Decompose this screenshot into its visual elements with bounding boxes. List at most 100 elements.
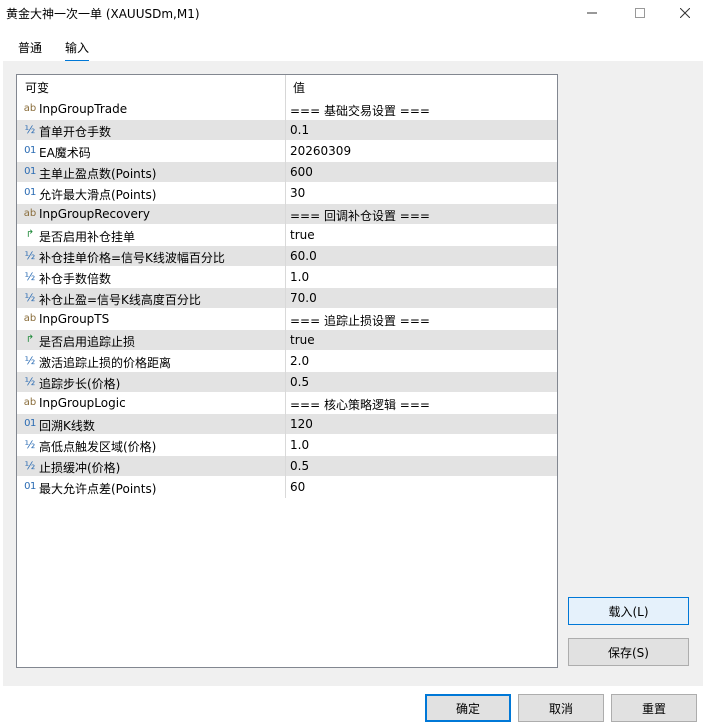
row-value[interactable]: 60.0 <box>290 249 317 263</box>
row-value[interactable]: 20260309 <box>290 144 351 158</box>
table-row[interactable]: ½ 首单开仓手数 0.1 <box>17 120 557 141</box>
minimize-button[interactable] <box>569 0 615 26</box>
bool-arrow-icon: ↱ <box>25 334 35 345</box>
table-row[interactable]: ½ 补仓挂单价格=信号K线波幅百分比 60.0 <box>17 246 557 267</box>
fraction-icon: ½ <box>24 459 36 472</box>
fraction-icon: ½ <box>24 291 36 304</box>
table-row[interactable]: ab InpGroupTS === 追踪止损设置 === <box>17 309 557 330</box>
row-value[interactable]: 60 <box>290 480 305 494</box>
cell-divider <box>285 99 286 120</box>
ok-button[interactable]: 确定 <box>425 694 511 722</box>
row-variable-name: 补仓止盈=信号K线高度百分比 <box>39 293 201 307</box>
row-value[interactable]: 0.5 <box>290 375 309 389</box>
close-icon <box>680 8 690 18</box>
row-variable-name: 补仓手数倍数 <box>39 272 112 286</box>
ab-icon: ab <box>23 103 37 114</box>
cell-divider <box>285 120 286 141</box>
load-button[interactable]: 载入(L) <box>568 597 689 625</box>
row-variable-name: InpGroupLogic <box>39 396 126 410</box>
row-variable-name: InpGroupRecovery <box>39 207 150 221</box>
row-value[interactable]: === 追踪止损设置 === <box>290 312 430 329</box>
tab-common[interactable]: 普通 <box>18 39 42 60</box>
reset-button[interactable]: 重置 <box>611 694 697 722</box>
row-variable-name: 最大允许点差(Points) <box>39 482 157 496</box>
integer-icon: 01 <box>24 145 36 156</box>
cancel-button[interactable]: 取消 <box>518 694 604 722</box>
integer-icon: 01 <box>24 418 36 429</box>
row-value[interactable]: 2.0 <box>290 354 309 368</box>
table-row[interactable]: ab InpGroupTrade === 基础交易设置 === <box>17 99 557 120</box>
grid-rows: ab InpGroupTrade === 基础交易设置 === ½ 首单开仓手数 0.1 0… <box>17 99 557 498</box>
window-title: 黄金大神一次一单 (XAUUSDm,M1) <box>6 7 200 21</box>
header-divider[interactable] <box>285 75 286 99</box>
table-row[interactable]: ↱ 是否启用追踪止损 true <box>17 330 557 351</box>
row-variable-name: 是否启用补仓挂单 <box>39 230 136 244</box>
row-variable-name: 主单止盈点数(Points) <box>39 167 157 181</box>
row-variable-name: 补仓挂单价格=信号K线波幅百分比 <box>39 251 225 265</box>
table-row[interactable]: 01 EA魔术码 20260309 <box>17 141 557 162</box>
table-row[interactable]: ab InpGroupRecovery === 回调补仓设置 === <box>17 204 557 225</box>
row-variable-name: EA魔术码 <box>39 146 91 160</box>
cell-divider <box>285 330 286 351</box>
save-button[interactable]: 保存(S) <box>568 638 689 666</box>
row-value[interactable]: === 核心策略逻辑 === <box>290 396 430 413</box>
row-variable-name: 追踪步长(价格) <box>39 377 121 391</box>
cell-divider <box>285 309 286 330</box>
row-value[interactable]: 1.0 <box>290 270 309 284</box>
table-row[interactable]: ½ 高低点触发区域(价格) 1.0 <box>17 435 557 456</box>
inputs-grid: 可变 值 ab InpGroupTrade === 基础交易设置 === ½ 首单开仓手… <box>16 74 558 668</box>
row-value[interactable]: === 回调补仓设置 === <box>290 207 430 224</box>
row-variable-name: 回溯K线数 <box>39 419 95 433</box>
cell-divider <box>285 183 286 204</box>
row-variable-name: 允许最大滑点(Points) <box>39 188 157 202</box>
row-variable-name: 激活追踪止损的价格距离 <box>39 356 172 370</box>
row-value[interactable]: true <box>290 228 315 242</box>
cell-divider <box>285 372 286 393</box>
table-row[interactable]: ½ 补仓止盈=信号K线高度百分比 70.0 <box>17 288 557 309</box>
cell-divider <box>285 141 286 162</box>
column-header-value[interactable]: 值 <box>293 79 305 96</box>
row-value[interactable]: === 基础交易设置 === <box>290 102 430 119</box>
cell-divider <box>285 162 286 183</box>
row-value[interactable]: 120 <box>290 417 313 431</box>
cell-divider <box>285 414 286 435</box>
row-variable-name: InpGroupTrade <box>39 102 128 116</box>
row-variable-name: 是否启用追踪止损 <box>39 335 136 349</box>
row-value[interactable]: 70.0 <box>290 291 317 305</box>
row-value[interactable]: 0.5 <box>290 459 309 473</box>
row-variable-name: 首单开仓手数 <box>39 125 112 139</box>
table-row[interactable]: ½ 激活追踪止损的价格距离 2.0 <box>17 351 557 372</box>
bool-arrow-icon: ↱ <box>25 229 35 240</box>
row-value[interactable]: 30 <box>290 186 305 200</box>
row-value[interactable]: 0.1 <box>290 123 309 137</box>
table-row[interactable]: ab InpGroupLogic === 核心策略逻辑 === <box>17 393 557 414</box>
fraction-icon: ½ <box>24 438 36 451</box>
integer-icon: 01 <box>24 481 36 492</box>
cell-divider <box>285 225 286 246</box>
column-header-variable[interactable]: 可变 <box>25 79 49 96</box>
table-row[interactable]: 01 允许最大滑点(Points) 30 <box>17 183 557 204</box>
cell-divider <box>285 435 286 456</box>
row-value[interactable]: 1.0 <box>290 438 309 452</box>
table-row[interactable]: 01 回溯K线数 120 <box>17 414 557 435</box>
fraction-icon: ½ <box>24 270 36 283</box>
table-row[interactable]: ½ 止损缓冲(价格) 0.5 <box>17 456 557 477</box>
table-row[interactable]: ½ 补仓手数倍数 1.0 <box>17 267 557 288</box>
table-row[interactable]: ½ 追踪步长(价格) 0.5 <box>17 372 557 393</box>
row-variable-name: 高低点触发区域(价格) <box>39 440 157 454</box>
row-value[interactable]: true <box>290 333 315 347</box>
table-row[interactable]: 01 主单止盈点数(Points) 600 <box>17 162 557 183</box>
row-value[interactable]: 600 <box>290 165 313 179</box>
properties-dialog: 黄金大神一次一单 (XAUUSDm,M1) 普通 输入 可变 值 ab InpGr… <box>0 0 706 728</box>
table-row[interactable]: ↱ 是否启用补仓挂单 true <box>17 225 557 246</box>
tab-inputs[interactable]: 输入 <box>65 39 90 62</box>
close-button[interactable] <box>662 0 706 26</box>
ab-icon: ab <box>23 313 37 324</box>
maximize-icon <box>635 8 645 18</box>
maximize-button[interactable] <box>617 0 663 26</box>
fraction-icon: ½ <box>24 123 36 136</box>
grid-header: 可变 值 <box>17 75 557 99</box>
cell-divider <box>285 351 286 372</box>
table-row[interactable]: 01 最大允许点差(Points) 60 <box>17 477 557 498</box>
cell-divider <box>285 204 286 225</box>
